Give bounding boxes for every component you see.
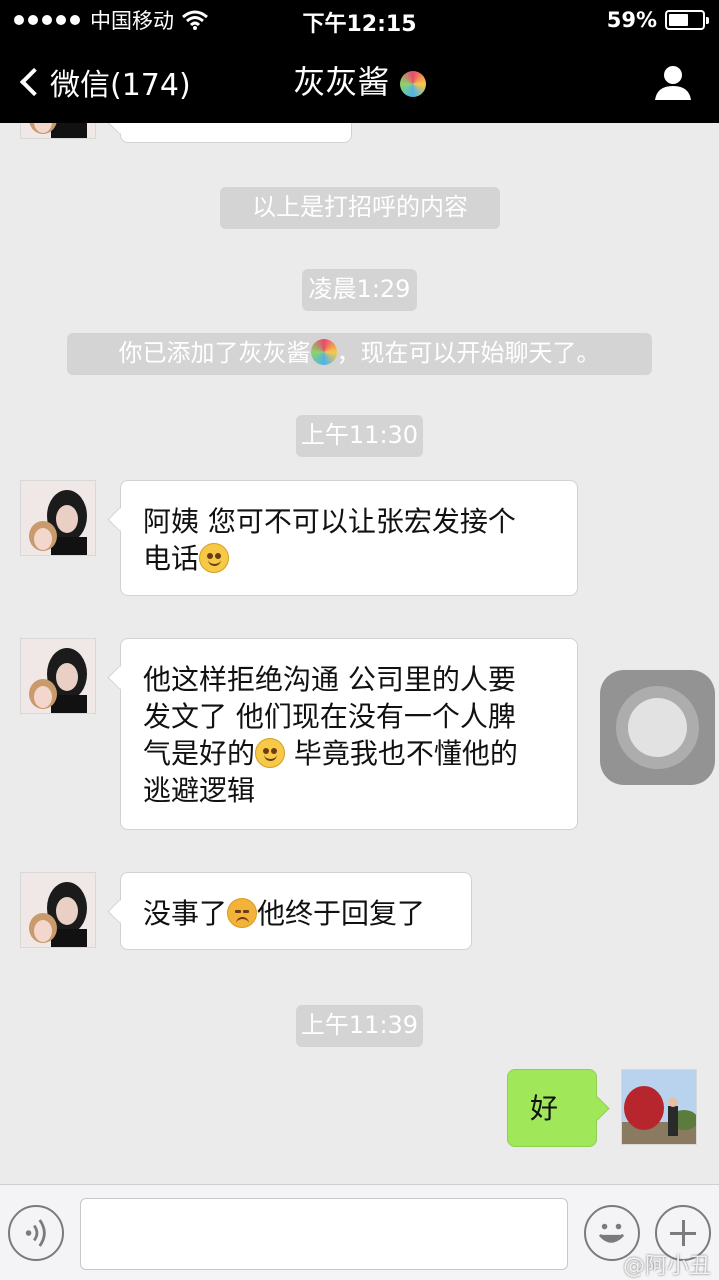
system-added-suffix: ，现在可以开始聊天了。 <box>336 339 601 367</box>
message-text: 电话 <box>143 542 200 575</box>
status-bar: 中国移动 下午12:15 59% <box>0 0 719 40</box>
timestamp: 上午11:39 <box>296 1005 423 1047</box>
smile-emoji-icon <box>255 738 286 768</box>
person-icon[interactable] <box>653 62 693 102</box>
watermark: @阿小丑 <box>622 1254 711 1279</box>
chat-area[interactable]: 以上是打招呼的内容 凌晨1:29 你已添加了灰灰酱 ，现在可以开始聊天了。 上午1… <box>0 123 719 1184</box>
system-greeting-notice: 以上是打招呼的内容 <box>220 187 500 229</box>
battery-fill <box>669 14 688 26</box>
message-text: 好 <box>530 1092 559 1125</box>
message-text: 毕竟我也不懂他的 <box>285 737 518 770</box>
timestamp: 凌晨1:29 <box>302 269 417 311</box>
message-input[interactable] <box>80 1198 568 1270</box>
contact-avatar[interactable] <box>20 123 96 139</box>
message-bubble[interactable]: 阿姨 您可不可以让张宏发接个 电话 <box>120 480 578 596</box>
contact-avatar[interactable] <box>20 480 96 556</box>
message-text: 没事了 <box>143 897 228 930</box>
assistive-touch-icon[interactable] <box>600 670 715 785</box>
system-added-text: 你已添加了灰灰酱 <box>118 339 311 367</box>
nav-bar: 微信(174) 灰灰酱 <box>0 40 719 123</box>
message-line: 发文了 他们现在没有一个人脾 <box>143 700 516 733</box>
message-line: 没事了 他终于回复了 <box>143 895 449 932</box>
contact-avatar[interactable] <box>20 638 96 714</box>
own-message-bubble[interactable]: 好 <box>507 1069 597 1147</box>
message-bubble[interactable]: 没事了 他终于回复了 <box>120 872 472 950</box>
system-added-notice: 你已添加了灰灰酱 ，现在可以开始聊天了。 <box>67 333 652 375</box>
battery-icon <box>665 10 709 30</box>
message-line: 逃避逻辑 <box>143 774 256 807</box>
message-line: 气是好的 毕竟我也不懂他的 <box>143 735 555 772</box>
timestamp: 上午11:30 <box>296 415 423 457</box>
chat-title-text: 灰灰酱 <box>293 63 390 101</box>
message-text: 他终于回复了 <box>257 897 426 930</box>
chat-title: 灰灰酱 <box>0 60 719 104</box>
message-bubble[interactable]: 他这样拒绝沟通 公司里的人要 发文了 他们现在没有一个人脾 气是好的 毕竟我也不… <box>120 638 578 830</box>
message-text: 气是好的 <box>143 737 256 770</box>
message-line: 电话 <box>143 540 555 577</box>
message-line: 他这样拒绝沟通 公司里的人要 <box>143 663 516 696</box>
lollipop-icon <box>310 339 337 365</box>
smile-emoji-icon <box>199 543 230 573</box>
lollipop-icon <box>399 71 426 97</box>
angry-emoji-icon <box>227 898 258 928</box>
battery-group: 59% <box>606 8 709 32</box>
own-avatar[interactable] <box>621 1069 697 1145</box>
battery-percent: 59% <box>606 8 657 32</box>
message-line: 阿姨 您可不可以让张宏发接个 <box>143 505 516 538</box>
input-bar <box>0 1184 719 1280</box>
contact-avatar[interactable] <box>20 872 96 948</box>
message-bubble-partial[interactable] <box>120 123 352 143</box>
voice-icon[interactable] <box>8 1205 64 1261</box>
